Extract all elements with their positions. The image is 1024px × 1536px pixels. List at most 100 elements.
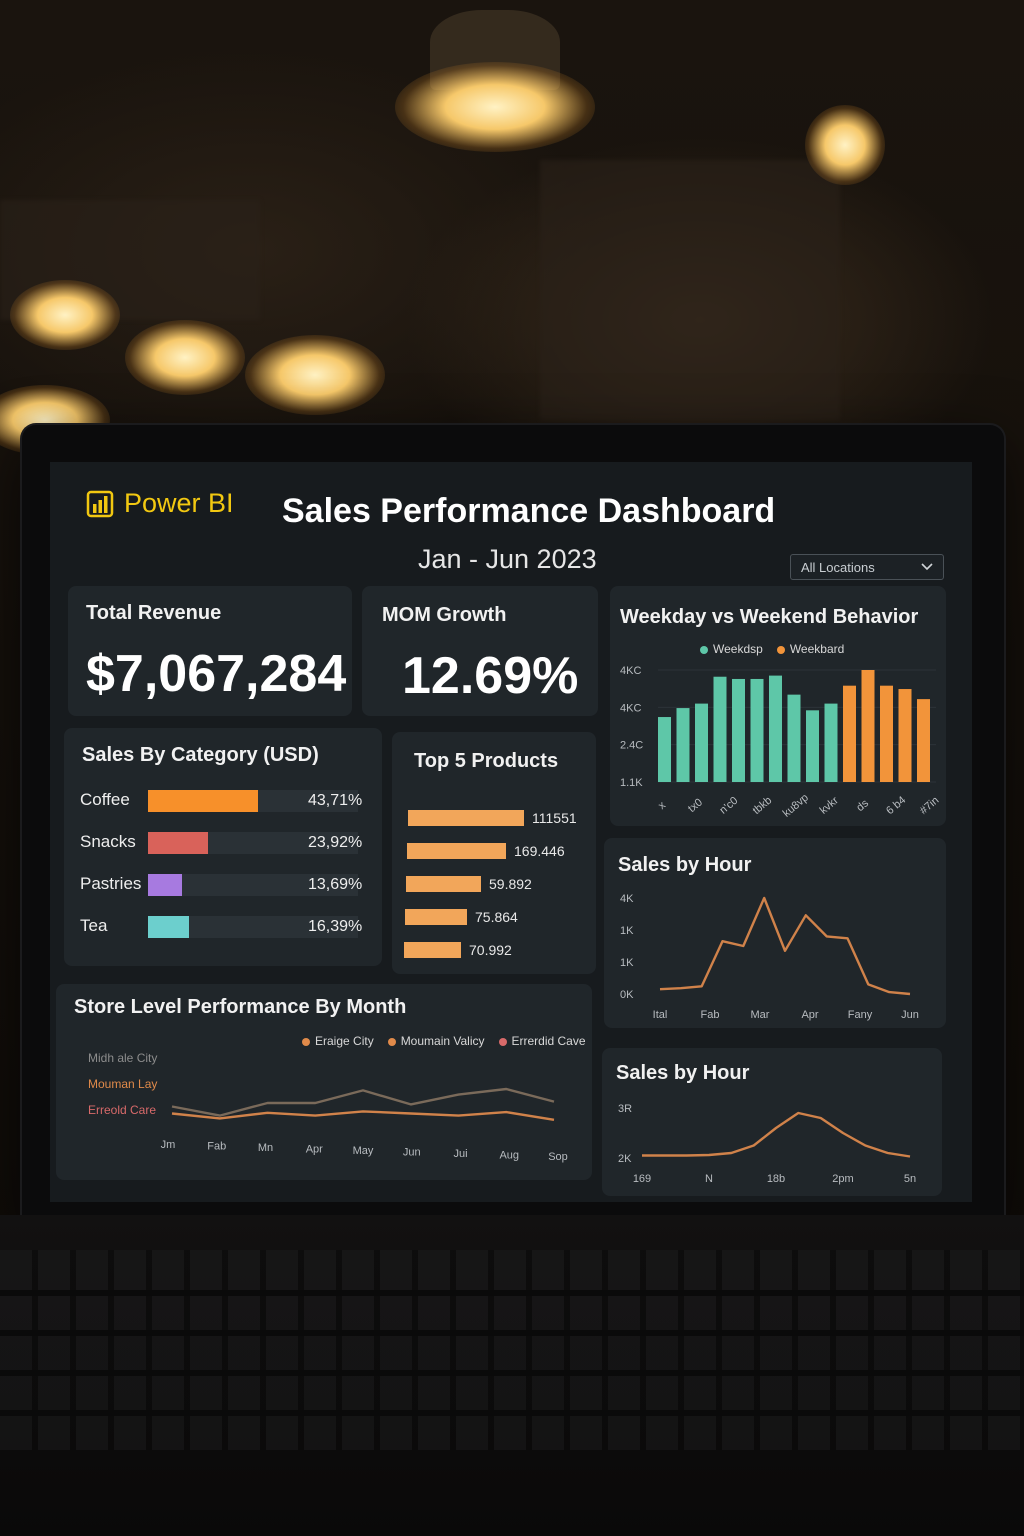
- keyboard-row-gap: [0, 1370, 1024, 1376]
- x-tick-label: Fab: [701, 1009, 720, 1021]
- product-bar[interactable]: [404, 942, 461, 958]
- x-tick-label: kvkr: [818, 794, 841, 816]
- x-tick-label: #7in: [918, 794, 942, 817]
- laptop-keyboard: [0, 1250, 1024, 1450]
- category-percent: 16,39%: [308, 918, 363, 935]
- mom-growth-label: MOM Growth: [382, 604, 507, 626]
- bar-weekdsp: [658, 717, 671, 782]
- x-tick-label: Jun: [901, 1009, 919, 1021]
- location-dropdown-value: All Locations: [801, 559, 875, 575]
- legend-item-weekday: Weekdsp: [700, 642, 763, 656]
- mom-growth-card[interactable]: MOM Growth 12.69%: [362, 586, 598, 716]
- y-tick-label: 1K: [620, 957, 634, 969]
- x-tick-label: Apr: [306, 1144, 323, 1156]
- page-title: Sales Performance Dashboard: [282, 492, 776, 530]
- y-tick-label: 1.1K: [620, 777, 643, 789]
- keyboard-row-gap: [0, 1410, 1024, 1416]
- sales-by-hour-card-2[interactable]: Sales by Hour 3R 2K 169 N 18b 2pm 5n: [602, 1048, 942, 1196]
- category-bar[interactable]: [148, 874, 182, 896]
- category-bar[interactable]: [148, 790, 258, 812]
- legend-label-eraige-city: Eraige City: [315, 1034, 374, 1048]
- product-value: 59.892: [489, 876, 532, 892]
- x-tick-label: Ital: [653, 1009, 668, 1021]
- chevron-down-icon: [921, 563, 933, 571]
- bar-weekdsp: [824, 703, 838, 782]
- power-bi-logo: Power BI: [86, 486, 234, 520]
- total-revenue-value: $7,067,284: [86, 645, 347, 703]
- total-revenue-card[interactable]: Total Revenue $7,067,284: [68, 586, 352, 716]
- ceiling-lamp-light: [125, 320, 245, 395]
- sales-line: [659, 896, 911, 996]
- legend-item-weekend: Weekbard: [776, 642, 844, 656]
- x-tick-label: Fany: [848, 1009, 873, 1021]
- y-tick-label: 2.4C: [620, 740, 643, 752]
- product-value: 169.446: [514, 843, 565, 859]
- y-tick-label: 4K: [620, 893, 634, 905]
- bar-weekdsp: [695, 703, 708, 782]
- x-tick-label: n'c0: [717, 795, 740, 817]
- ceiling-lamp-light: [395, 62, 595, 152]
- category-label: Pastries: [80, 874, 142, 893]
- product-value: 75.864: [475, 909, 518, 925]
- legend-label-moumain-valicy: Moumain Valicy: [400, 1034, 485, 1048]
- sales-by-hour-card-1[interactable]: Sales by Hour 4K 1K 1K 0K Ital Fab Mar Apr Fany J…: [604, 838, 946, 1028]
- category-bar[interactable]: [148, 832, 208, 854]
- bar-weekdsp: [750, 678, 764, 782]
- sales-line: [642, 1111, 911, 1158]
- ceiling-lamp-light: [245, 335, 385, 415]
- x-tick-label: tbkb: [751, 794, 775, 817]
- store-performance-title: Store Level Performance By Month: [74, 996, 407, 1018]
- x-tick-label: Jun: [403, 1147, 421, 1159]
- product-bar[interactable]: [407, 843, 506, 859]
- product-value: 70.992: [469, 942, 512, 958]
- top-products-title: Top 5 Products: [414, 750, 559, 772]
- date-range: Jan - Jun 2023: [418, 544, 597, 574]
- y-tick-label: 3R: [618, 1103, 632, 1115]
- weekday-weekend-card[interactable]: Weekday vs Weekend Behavior Weekdsp Week…: [610, 586, 946, 826]
- x-tick-label: 169: [633, 1173, 651, 1185]
- ceiling-lamp-light: [10, 280, 120, 350]
- sales-by-category-title: Sales By Category (USD): [82, 744, 319, 766]
- legend-label-errerdid-cave: Errerdid Cave: [511, 1034, 586, 1048]
- product-bar[interactable]: [406, 876, 481, 892]
- store-row-label: Mouman Lay: [88, 1077, 157, 1091]
- x-tick-label: 18b: [767, 1173, 785, 1185]
- bar-weekbard: [898, 689, 912, 782]
- total-revenue-label: Total Revenue: [86, 602, 222, 624]
- bar-weekbard: [843, 685, 856, 782]
- x-tick-label: Jm: [161, 1139, 176, 1151]
- category-label: Coffee: [80, 790, 130, 809]
- x-tick-label: Mn: [258, 1142, 273, 1154]
- bar-weekdsp: [769, 675, 782, 782]
- bar-weekbard: [880, 685, 893, 782]
- x-tick-label: Mar: [751, 1009, 770, 1021]
- category-percent: 43,71%: [308, 792, 363, 809]
- y-tick-label: 4KC: [620, 702, 641, 714]
- bar-weekdsp: [713, 676, 727, 782]
- store-performance-card[interactable]: Store Level Performance By Month Eraige …: [56, 984, 592, 1180]
- sales-by-category-card[interactable]: Sales By Category (USD) Coffee 43,71% Snac…: [64, 728, 382, 966]
- bar-weekbard: [861, 670, 875, 782]
- power-bi-icon: [86, 490, 114, 518]
- x-tick-label: Fab: [207, 1141, 226, 1153]
- x-tick-label: Sop: [548, 1151, 568, 1163]
- legend-item-errerdid-cave: Errerdid Cave: [498, 1034, 586, 1048]
- product-bar[interactable]: [405, 909, 467, 925]
- x-tick-label: 6 b4: [884, 794, 908, 817]
- category-bar[interactable]: [148, 916, 189, 938]
- brand-name: Power BI: [124, 487, 234, 518]
- product-bar[interactable]: [408, 810, 524, 826]
- sales-by-hour-line-chart-1: 4K 1K 1K 0K Ital Fab Mar Apr Fany Jun: [620, 893, 919, 1021]
- y-tick-label: 1K: [620, 925, 634, 937]
- top-products-card[interactable]: Top 5 Products 111551 169.446 59.892 75.864…: [392, 732, 596, 974]
- weekday-weekend-bar-chart: 4KC 4KC 2.4C 1.1K x tx0 n'c0 tbkb ku8vp kvkr ds 6 b…: [620, 665, 942, 820]
- x-tick-label: N: [705, 1173, 713, 1185]
- location-dropdown[interactable]: All Locations: [790, 554, 944, 580]
- bar-weekdsp: [787, 694, 801, 782]
- sales-by-hour-title-1: Sales by Hour: [618, 854, 752, 876]
- x-tick-label: 5n: [904, 1173, 916, 1185]
- x-tick-label: Jui: [453, 1148, 467, 1160]
- y-tick-label: 4KC: [620, 665, 641, 677]
- bar-weekbard: [917, 699, 930, 782]
- x-tick-label: ku8vp: [781, 792, 811, 820]
